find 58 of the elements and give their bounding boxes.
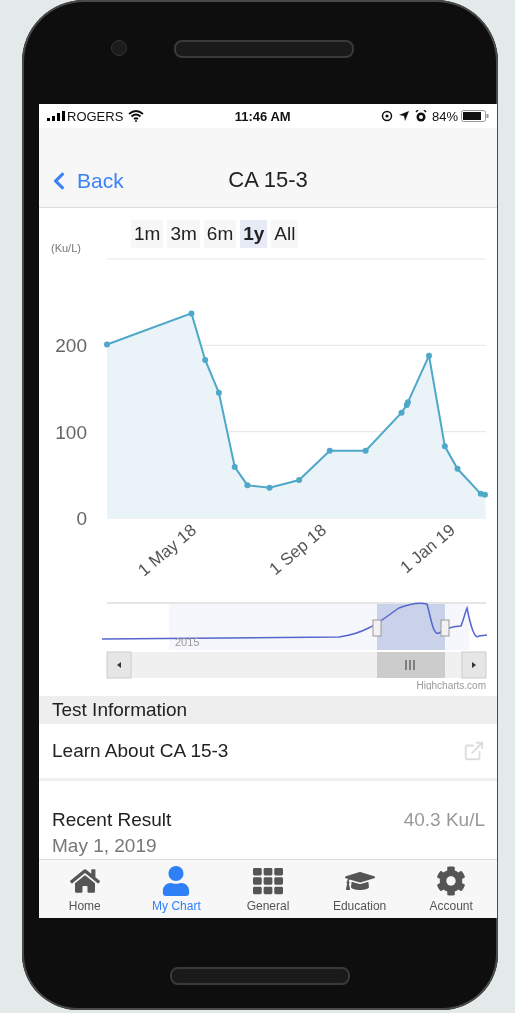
y-axis-label: 100: [55, 421, 87, 443]
range-button[interactable]: 6m: [203, 220, 237, 248]
data-point: [441, 443, 448, 450]
battery-text: 84%: [432, 108, 458, 124]
data-point: [454, 465, 461, 472]
x-axis-label: 1 May 18: [134, 520, 201, 580]
result-value: 40.3 Ku/L: [403, 809, 485, 831]
external-link-icon: [463, 740, 485, 762]
data-point: [104, 341, 110, 348]
link-text: Learn About CA 15-3: [52, 740, 229, 762]
range-button[interactable]: 3m: [167, 220, 200, 248]
data-point: [188, 310, 195, 317]
data-point: [426, 352, 432, 359]
settings-icon: [436, 865, 467, 896]
carrier-text: ROGERS: [67, 108, 124, 124]
scroll-right-button[interactable]: [461, 651, 487, 679]
tab-item[interactable]: My Chart: [130, 860, 223, 918]
wifi-icon: [128, 110, 145, 122]
scroll-left-button[interactable]: [106, 651, 132, 679]
section-header: Test Information: [39, 696, 497, 724]
result-date: May 1, 2019: [51, 835, 158, 857]
navigator-handle: [440, 619, 450, 637]
navigator-label: 2015: [175, 636, 200, 648]
person-icon: [161, 865, 192, 896]
navigator-handle: [372, 619, 382, 637]
y-axis-label: 0: [76, 508, 87, 529]
alarm-icon: [415, 110, 427, 122]
range-button[interactable]: 1m: [131, 220, 164, 248]
tab-item[interactable]: Home: [39, 860, 131, 918]
data-point: [231, 464, 238, 471]
data-point: [215, 389, 222, 396]
y-axis-label: 200: [55, 335, 87, 357]
data-point: [266, 484, 273, 491]
data-point: [362, 447, 369, 454]
data-point: [202, 357, 209, 363]
tab-item[interactable]: Account: [405, 860, 497, 918]
scrollbar-thumb[interactable]: [377, 652, 445, 678]
grid-icon: [253, 865, 283, 896]
unit-label: (Ku/L): [50, 242, 82, 254]
battery-icon: [461, 110, 489, 122]
x-axis-label: 1 Jan 19: [396, 520, 459, 577]
navigator-selection: [377, 604, 445, 650]
data-point: [296, 477, 303, 483]
data-point: [326, 447, 333, 454]
location-icon: [398, 110, 410, 122]
camera-lens: [111, 40, 127, 56]
range-button[interactable]: All: [271, 220, 299, 248]
x-axis-label: 1 Sep 18: [265, 520, 330, 579]
tab-item[interactable]: General: [222, 860, 314, 918]
tab-item[interactable]: Education: [313, 860, 406, 918]
time-text: 11:46 AM: [234, 108, 291, 124]
range-button[interactable]: 1y: [240, 220, 268, 248]
row-label: Recent Result: [52, 809, 172, 831]
signal-icon: [47, 111, 65, 121]
lock-rotation-icon: [381, 110, 393, 122]
data-point: [244, 482, 251, 489]
page-title: CA 15-3: [228, 167, 308, 193]
list-row[interactable]: Learn About CA 15-3: [39, 724, 497, 781]
